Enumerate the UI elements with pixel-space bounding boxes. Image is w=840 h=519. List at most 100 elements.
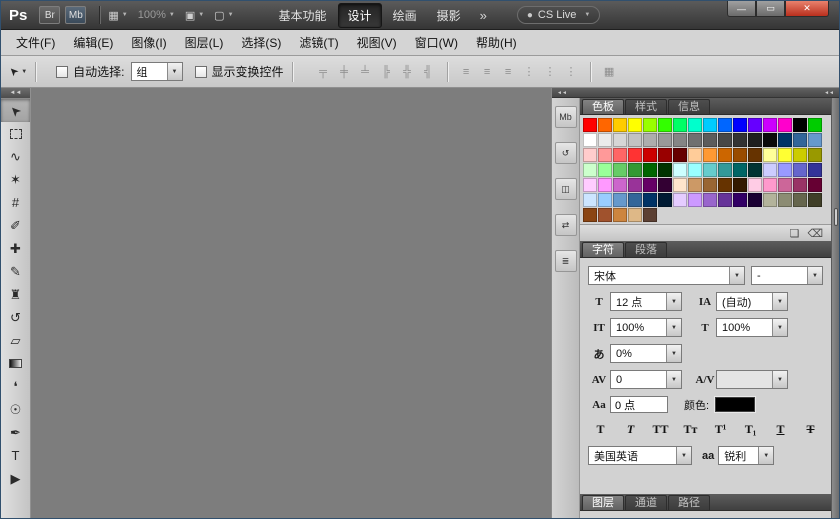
lasso-tool[interactable]: ∿ <box>1 145 30 168</box>
path-selection-tool[interactable]: ▶ <box>1 467 30 490</box>
color-swatch[interactable] <box>703 178 717 192</box>
gradient-tool[interactable] <box>1 352 30 375</box>
language-select[interactable]: 美国英语 ▼ <box>588 446 692 465</box>
color-swatch[interactable] <box>808 193 822 207</box>
subscript-button[interactable]: T₁ <box>739 420 762 439</box>
color-swatch[interactable] <box>673 148 687 162</box>
workspace-painting[interactable]: 绘画 <box>384 4 426 27</box>
font-size-select[interactable]: 12 点 ▼ <box>610 292 682 311</box>
color-swatch[interactable] <box>703 163 717 177</box>
text-color-swatch[interactable] <box>715 397 755 412</box>
vertical-scale-select[interactable]: 100% ▼ <box>610 318 682 337</box>
workspace-overflow-button[interactable]: » <box>472 8 495 23</box>
adjustments-panel-icon[interactable]: ◫ <box>555 178 577 200</box>
color-swatch[interactable] <box>718 163 732 177</box>
color-swatch[interactable] <box>658 193 672 207</box>
brush-presets-panel-icon[interactable]: ≣ <box>555 250 577 272</box>
color-swatch[interactable] <box>703 118 717 132</box>
distribute-horizontal-centers-button[interactable]: ⋮ <box>540 62 561 81</box>
anti-alias-select[interactable]: 锐利 ▼ <box>718 446 774 465</box>
color-swatch[interactable] <box>673 178 687 192</box>
distribute-right-edges-button[interactable]: ⋮ <box>561 62 582 81</box>
color-swatch[interactable] <box>793 133 807 147</box>
distribute-bottom-edges-button[interactable]: ≡ <box>498 62 519 81</box>
spot-healing-brush-tool[interactable]: ✚ <box>1 237 30 260</box>
align-vertical-centers-button[interactable]: ╪ <box>334 62 355 81</box>
canvas-area[interactable] <box>31 88 551 518</box>
color-swatch[interactable] <box>598 133 612 147</box>
auto-select-checkbox[interactable] <box>56 66 68 78</box>
clone-stamp-tool[interactable]: ♜ <box>1 283 30 306</box>
color-swatch[interactable] <box>628 193 642 207</box>
color-swatch[interactable] <box>673 193 687 207</box>
history-brush-tool[interactable]: ↺ <box>1 306 30 329</box>
menu-edit[interactable]: 编辑(E) <box>64 30 122 55</box>
color-swatch[interactable] <box>718 193 732 207</box>
quick-selection-tool[interactable]: ✶ <box>1 168 30 191</box>
color-swatch[interactable] <box>793 193 807 207</box>
color-swatch[interactable] <box>733 178 747 192</box>
menu-view[interactable]: 视图(V) <box>348 30 406 55</box>
tool-preset-picker[interactable]: ➤ ▼ <box>9 65 27 78</box>
distribute-left-edges-button[interactable]: ⋮ <box>519 62 540 81</box>
info-tab[interactable]: 信息 <box>668 99 710 114</box>
layers-tab[interactable]: 图层 <box>582 495 624 510</box>
color-swatch[interactable] <box>643 118 657 132</box>
collapse-icon-strip-icon[interactable]: ◄◄ <box>557 90 567 96</box>
color-swatch[interactable] <box>598 193 612 207</box>
horizontal-type-tool[interactable]: T <box>1 444 30 467</box>
cs-live-button[interactable]: ● CS Live ▼ <box>517 6 601 24</box>
color-swatch[interactable] <box>628 208 642 222</box>
color-swatch[interactable] <box>718 133 732 147</box>
color-swatch[interactable] <box>658 163 672 177</box>
collapse-panels-icon[interactable]: ◄◄ <box>824 90 834 96</box>
font-style-select[interactable]: - ▼ <box>751 266 823 285</box>
history-panel-icon[interactable]: ↺ <box>555 142 577 164</box>
distribute-vertical-centers-button[interactable]: ≡ <box>477 62 498 81</box>
brush-tool[interactable]: ✎ <box>1 260 30 283</box>
color-swatch[interactable] <box>808 118 822 132</box>
color-swatch[interactable] <box>793 163 807 177</box>
align-bottom-edges-button[interactable]: ╧ <box>355 62 376 81</box>
color-swatch[interactable] <box>658 118 672 132</box>
color-swatch[interactable] <box>598 148 612 162</box>
align-horizontal-centers-button[interactable]: ╬ <box>397 62 418 81</box>
resize-grip[interactable] <box>834 208 838 226</box>
align-top-edges-button[interactable]: ╤ <box>313 62 334 81</box>
view-extras-button[interactable]: ▦ ▼ <box>108 9 127 22</box>
color-swatch[interactable] <box>583 193 597 207</box>
superscript-button[interactable]: T¹ <box>709 420 732 439</box>
channels-tab[interactable]: 通道 <box>625 495 667 510</box>
launch-bridge-button[interactable]: Br <box>39 6 60 24</box>
show-transform-controls-checkbox[interactable] <box>195 66 207 78</box>
horizontal-scale-select[interactable]: 100% ▼ <box>716 318 788 337</box>
kerning-select[interactable]: ▼ <box>716 370 788 389</box>
styles-tab[interactable]: 样式 <box>625 99 667 114</box>
eyedropper-tool[interactable]: ✐ <box>1 214 30 237</box>
underline-button[interactable]: T <box>769 420 792 439</box>
delete-swatch-icon[interactable]: ⌫ <box>807 227 823 240</box>
color-swatch[interactable] <box>688 178 702 192</box>
color-swatch[interactable] <box>628 178 642 192</box>
color-swatch[interactable] <box>763 163 777 177</box>
color-swatch[interactable] <box>688 133 702 147</box>
small-caps-button[interactable]: Tᴛ <box>679 420 702 439</box>
color-swatch[interactable] <box>778 163 792 177</box>
dodge-tool[interactable]: ☉ <box>1 398 30 421</box>
color-swatch[interactable] <box>733 133 747 147</box>
color-swatch[interactable] <box>763 193 777 207</box>
color-swatch[interactable] <box>703 133 717 147</box>
color-swatch[interactable] <box>643 178 657 192</box>
close-button[interactable]: ✕ <box>785 1 829 17</box>
color-swatch[interactable] <box>778 148 792 162</box>
color-swatch[interactable] <box>808 163 822 177</box>
color-swatch[interactable] <box>748 193 762 207</box>
color-swatch[interactable] <box>808 178 822 192</box>
baseline-shift-input[interactable]: 0 点 <box>610 396 668 413</box>
color-swatch[interactable] <box>583 118 597 132</box>
zoom-level-button[interactable]: 100% ▼ <box>138 9 175 21</box>
color-swatch[interactable] <box>628 148 642 162</box>
color-swatch[interactable] <box>583 133 597 147</box>
color-swatch[interactable] <box>733 193 747 207</box>
color-swatch[interactable] <box>658 178 672 192</box>
